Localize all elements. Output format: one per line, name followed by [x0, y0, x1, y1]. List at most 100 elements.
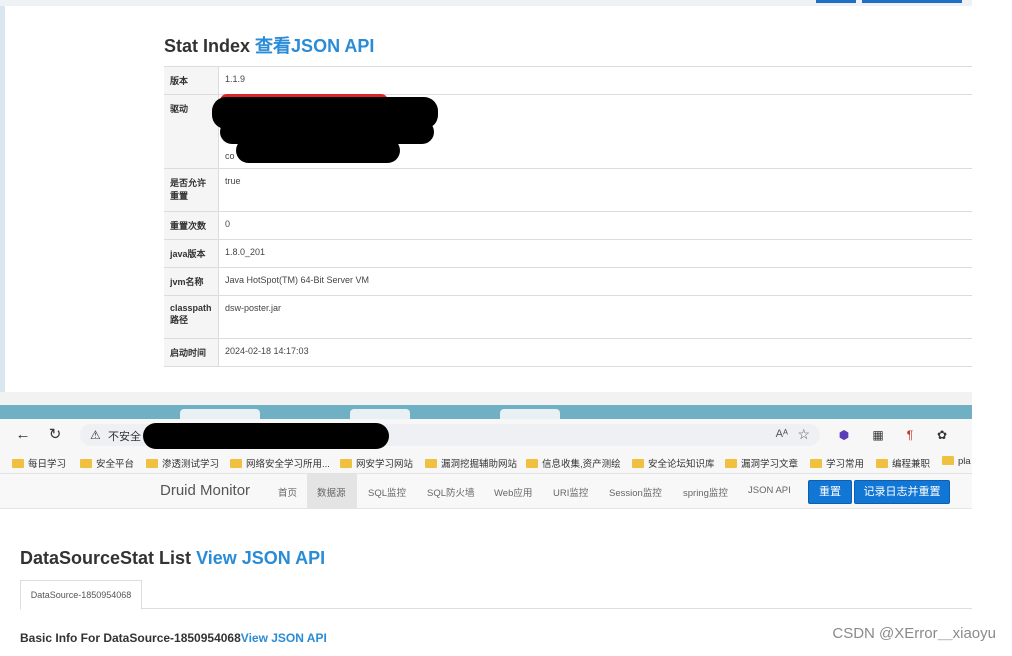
browser-tab[interactable]	[500, 409, 560, 419]
bookmark-item[interactable]: pla	[942, 456, 971, 467]
browser-window: ← ↻ ⚠ 不安全 Aᴬ ☆ ⬢ ▦ ¶ ✿ 每日学习 安全平台 渗透测试学习 …	[0, 405, 972, 656]
puzzle-icon[interactable]: ✿	[934, 427, 950, 443]
row-key: 驱动	[164, 94, 219, 169]
row-key: jvm名称	[164, 267, 219, 296]
table-row: 启动时间 2024-02-18 14:17:03	[164, 338, 972, 367]
driver-value: co	[225, 151, 235, 161]
folder-icon	[425, 459, 437, 468]
reload-icon[interactable]: ↻	[46, 426, 64, 444]
bookmark-item[interactable]: 渗透测试学习	[146, 456, 219, 470]
browser-toolbar: ← ↻ ⚠ 不安全 Aᴬ ☆ ⬢ ▦ ¶ ✿	[0, 419, 972, 451]
folder-icon	[230, 459, 242, 468]
top-buttons-edge	[816, 0, 966, 3]
nav-item-uri-monitor[interactable]: URI监控	[553, 485, 588, 499]
datasource-json-link[interactable]: View JSON API	[196, 548, 325, 568]
row-key: 重置次数	[164, 211, 219, 240]
bookmark-item[interactable]: 安全平台	[80, 456, 134, 470]
brand-title[interactable]: Druid Monitor	[160, 482, 250, 499]
bookmark-label: pla	[958, 456, 971, 467]
bookmark-label: 安全论坛知识库	[648, 459, 715, 470]
warning-icon: ⚠	[90, 428, 101, 442]
left-border	[0, 0, 5, 405]
basic-info-text: Basic Info For DataSource-1850954068	[20, 631, 241, 645]
not-secure-label: 不安全	[108, 431, 141, 443]
stat-index-panel: Stat Index 查看JSON API 版本 1.1.9 驱动 co 是否允许重…	[0, 0, 972, 405]
bookmark-item[interactable]: 安全论坛知识库	[632, 456, 715, 470]
bookmark-label: 信息收集,资产测绘	[542, 459, 621, 470]
browser-tab[interactable]	[350, 409, 410, 419]
folder-icon	[12, 459, 24, 468]
bookmark-label: 每日学习	[28, 459, 67, 470]
nav-item-session-monitor[interactable]: Session监控	[609, 485, 662, 499]
redaction-mark	[143, 423, 389, 449]
row-key: java版本	[164, 239, 219, 268]
bookmark-item[interactable]: 每日学习	[12, 456, 66, 470]
datasource-title-text: DataSourceStat List	[20, 548, 192, 568]
row-value: dsw-poster.jar	[218, 295, 972, 339]
nav-item-home[interactable]: 首页	[278, 485, 297, 499]
basic-info-json-link[interactable]: View JSON API	[241, 631, 327, 645]
bookmark-item[interactable]: 网络安全学习所用...	[230, 456, 330, 470]
browser-tab[interactable]	[180, 409, 260, 419]
datasource-list-title: DataSourceStat List View JSON API	[20, 548, 325, 569]
druid-navbar: Druid Monitor 首页 数据源 SQL监控 SQL防火墙 Web应用 …	[0, 474, 972, 509]
bookmark-label: 渗透测试学习	[162, 459, 220, 470]
stat-index-title-text: Stat Index	[164, 36, 251, 56]
basic-info-title: Basic Info For DataSource-1850954068View…	[20, 631, 327, 645]
bookmarks-bar: 每日学习 安全平台 渗透测试学习 网络安全学习所用... 网安学习网站 漏洞挖掘…	[0, 451, 972, 474]
folder-icon	[146, 459, 158, 468]
row-value: true	[218, 168, 972, 212]
table-row: jvm名称 Java HotSpot(TM) 64-Bit Server VM	[164, 267, 972, 296]
table-row: 是否允许重置 true	[164, 168, 972, 212]
bookmark-item[interactable]: 编程兼职	[876, 456, 930, 470]
folder-icon	[725, 459, 737, 468]
tab-datasource[interactable]: DataSource-1850954068	[20, 580, 142, 610]
extension-icon[interactable]: ▦	[870, 427, 886, 443]
bookmark-label: 学习常用	[826, 459, 865, 470]
back-icon[interactable]: ←	[14, 426, 32, 444]
folder-icon	[340, 459, 352, 468]
nav-item-web-app[interactable]: Web应用	[494, 485, 532, 499]
log-and-reset-button[interactable]: 记录日志并重置	[854, 480, 950, 504]
row-value: 0	[218, 211, 972, 240]
nav-item-json-api[interactable]: JSON API	[748, 485, 791, 496]
bookmark-label: 网络安全学习所用...	[246, 459, 330, 470]
bookmark-label: 网安学习网站	[356, 459, 414, 470]
stat-index-title: Stat Index 查看JSON API	[164, 32, 374, 58]
bookmark-item[interactable]: 信息收集,资产测绘	[526, 456, 621, 470]
nav-item-datasource[interactable]: 数据源	[317, 485, 346, 499]
bookmark-label: 编程兼职	[892, 459, 931, 470]
bookmark-label: 漏洞学习文章	[741, 459, 799, 470]
address-bar[interactable]: ⚠ 不安全 Aᴬ ☆	[80, 423, 820, 449]
bookmark-label: 安全平台	[96, 459, 135, 470]
row-key: classpath路径	[164, 295, 219, 339]
folder-icon	[942, 456, 954, 465]
stat-index-json-link[interactable]: 查看JSON API	[255, 36, 374, 56]
row-value: 1.1.9	[218, 66, 972, 95]
table-row: 版本 1.1.9	[164, 66, 972, 95]
row-key: 版本	[164, 66, 219, 95]
bookmark-item[interactable]: 漏洞挖掘辅助网站	[425, 456, 517, 470]
read-aloud-icon[interactable]: Aᴬ	[776, 428, 788, 440]
row-value: 1.8.0_201	[218, 239, 972, 268]
panel-bottom-edge	[0, 392, 972, 405]
nav-item-sql-monitor[interactable]: SQL监控	[368, 485, 406, 499]
extension-icon[interactable]: ⬢	[836, 427, 852, 443]
bookmark-label: 漏洞挖掘辅助网站	[441, 459, 518, 470]
tab-bar	[0, 405, 972, 419]
reset-button[interactable]: 重置	[808, 480, 852, 504]
bookmark-item[interactable]: 漏洞学习文章	[725, 456, 798, 470]
tab-divider	[20, 608, 972, 609]
pilcrow-icon[interactable]: ¶	[902, 427, 918, 443]
nav-item-spring-monitor[interactable]: spring监控	[683, 485, 728, 499]
redaction-mark	[236, 138, 400, 163]
favorite-star-icon[interactable]: ☆	[797, 426, 810, 443]
csdn-watermark: CSDN @XError＿xiaoyu	[832, 625, 996, 642]
folder-icon	[80, 459, 92, 468]
bookmark-item[interactable]: 网安学习网站	[340, 456, 413, 470]
table-row: classpath路径 dsw-poster.jar	[164, 295, 972, 339]
row-value: Java HotSpot(TM) 64-Bit Server VM	[218, 267, 972, 296]
bookmark-item[interactable]: 学习常用	[810, 456, 864, 470]
nav-item-sql-firewall[interactable]: SQL防火墙	[427, 485, 475, 499]
folder-icon	[526, 459, 538, 468]
